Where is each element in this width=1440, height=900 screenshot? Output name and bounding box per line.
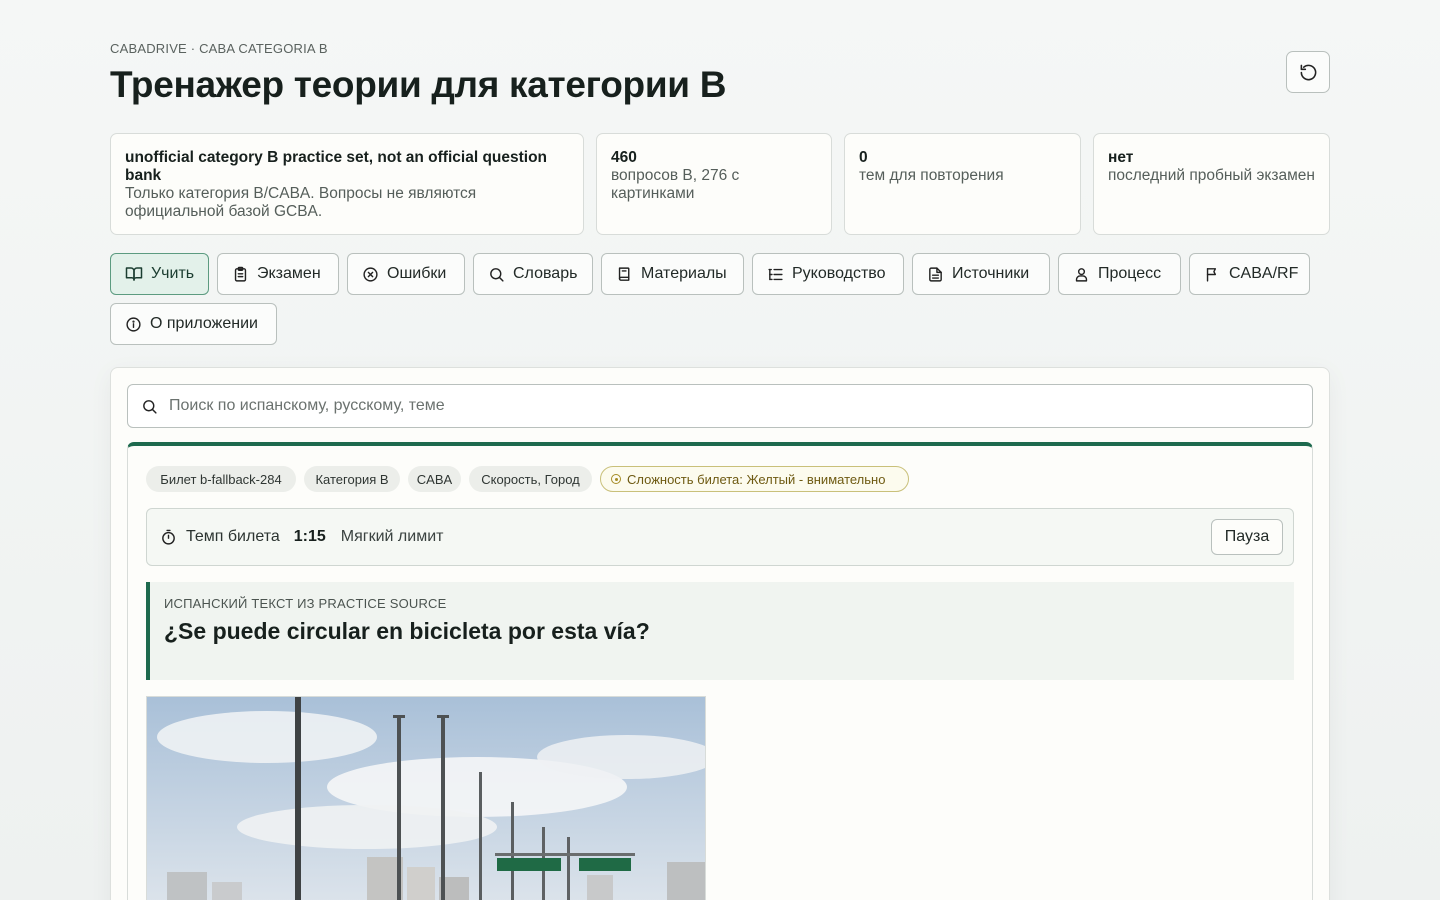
- tab-about[interactable]: О приложении: [110, 303, 277, 345]
- timer-value: 1:15: [293, 528, 326, 545]
- search-icon: [490, 267, 504, 282]
- difficulty-badge: Сложность билета: Желтый - внимательно: [600, 466, 909, 492]
- clipboard-icon: [234, 266, 247, 282]
- tab-label: Ошибки: [387, 265, 447, 282]
- info-icon: [126, 316, 141, 332]
- stat-card-questions: 460 вопросов B, 276 с картинками: [596, 133, 832, 235]
- stat-value: 0: [859, 149, 868, 166]
- tab-label: Руководство: [792, 265, 886, 282]
- stat-label: Только категория B/CABA. Вопросы не явля…: [125, 185, 477, 220]
- search-input[interactable]: [169, 397, 1269, 415]
- stopwatch-icon: [162, 529, 175, 545]
- tab-label: Экзамен: [257, 265, 321, 282]
- learn-panel: Билет b-fallback-284 Категория B CABA Ск…: [110, 367, 1330, 900]
- timer-label: Темп билета: [186, 528, 280, 545]
- reset-button[interactable]: [1286, 51, 1330, 93]
- x-circle-icon: [363, 266, 378, 282]
- tab-process[interactable]: Процесс: [1058, 253, 1181, 295]
- tab-materials[interactable]: Материалы: [601, 253, 744, 295]
- tab-mistakes[interactable]: Ошибки: [347, 253, 465, 295]
- target-icon: [611, 474, 621, 484]
- book-icon: [618, 266, 630, 281]
- list-tree-icon: [768, 268, 783, 280]
- chip-region: CABA: [408, 466, 461, 492]
- tab-label: Источники: [952, 265, 1030, 282]
- ticket-timer: Темп билета 1:15 Мягкий лимит Пауза: [146, 508, 1294, 566]
- stats-row: unofficial category B practice set, not …: [110, 133, 1330, 235]
- file-text-icon: [929, 266, 942, 282]
- stat-value: нет: [1108, 149, 1134, 166]
- tab-label: Словарь: [513, 265, 578, 282]
- tab-label: Процесс: [1098, 265, 1162, 282]
- stat-card-last-exam: нет последний пробный экзамен: [1093, 133, 1330, 235]
- app-eyebrow: CABADRIVE · CABA CATEGORIA B: [110, 41, 328, 56]
- stat-card-review: 0 тем для повторения: [844, 133, 1081, 235]
- tab-label: CABA/RF: [1229, 265, 1299, 282]
- tab-sources[interactable]: Источники: [912, 253, 1050, 295]
- difficulty-label: Сложность билета: Желтый - внимательно: [627, 471, 886, 487]
- stat-card-disclaimer: unofficial category B practice set, not …: [110, 133, 584, 235]
- chip-topic: Скорость, Город: [469, 466, 592, 492]
- question-card: Билет b-fallback-284 Категория B CABA Ск…: [127, 442, 1313, 900]
- rotate-ccw-icon: [1300, 64, 1316, 80]
- main-tabs: Учить Экзамен Ошибки Словарь Материалы Р…: [110, 253, 1330, 345]
- tab-label: Материалы: [641, 265, 727, 282]
- tab-dictionary[interactable]: Словарь: [473, 253, 593, 295]
- user-badge-icon: [1075, 267, 1088, 282]
- tab-guide[interactable]: Руководство: [752, 253, 904, 295]
- stat-value: 460: [611, 149, 637, 166]
- page-title: Тренажер теории для категории B: [110, 64, 727, 105]
- stat-label: вопросов B, 276 с картинками: [611, 167, 740, 202]
- tab-caba-rf[interactable]: CABA/RF: [1189, 253, 1310, 295]
- stat-label: последний пробный экзамен: [1108, 167, 1315, 184]
- question-block: ИСПАНСКИЙ ТЕКСТ ИЗ PRACTICE SOURCE ¿Se p…: [146, 582, 1294, 680]
- search-box: [127, 384, 1313, 428]
- question-image: [146, 696, 706, 900]
- question-source-label: ИСПАНСКИЙ ТЕКСТ ИЗ PRACTICE SOURCE: [164, 596, 447, 611]
- chip-category: Категория B: [304, 466, 400, 492]
- question-text: ¿Se puede circular en bicicleta por esta…: [164, 618, 650, 644]
- pause-button[interactable]: Пауза: [1211, 519, 1283, 555]
- flag-icon: [1206, 267, 1217, 282]
- tab-label: Учить: [151, 265, 195, 282]
- tab-label: О приложении: [150, 315, 258, 332]
- search-icon: [143, 399, 157, 414]
- ticket-chips: Билет b-fallback-284 Категория B CABA Ск…: [146, 466, 1296, 492]
- stat-label: тем для повторения: [859, 167, 1004, 184]
- tab-learn[interactable]: Учить: [110, 253, 209, 295]
- road-photo-illustration: [147, 697, 705, 900]
- book-open-icon: [125, 267, 143, 281]
- chip-ticket-id: Билет b-fallback-284: [146, 466, 296, 492]
- tab-exam[interactable]: Экзамен: [217, 253, 339, 295]
- timer-mode: Мягкий лимит: [340, 528, 444, 545]
- stat-value: unofficial category B practice set, not …: [125, 149, 548, 184]
